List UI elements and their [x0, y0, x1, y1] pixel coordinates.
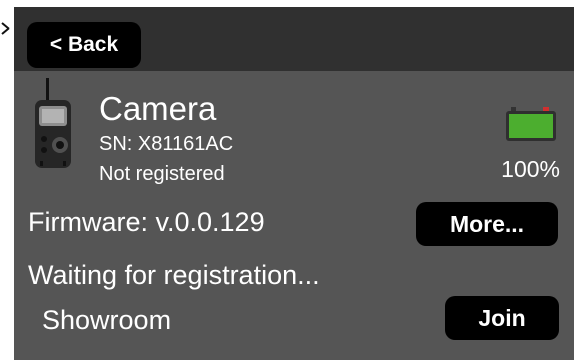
more-button[interactable]: More...	[416, 202, 558, 246]
device-name: Camera	[99, 90, 217, 127]
network-name: Showroom	[42, 305, 172, 335]
battery-icon	[506, 107, 556, 141]
registration-message: Waiting for registration...	[28, 260, 320, 290]
top-bar: < Back	[14, 7, 574, 71]
camera-icon	[35, 78, 71, 168]
device-serial-number: SN: X81161AC	[99, 133, 234, 155]
window-corner-mark	[0, 0, 14, 60]
registration-status: Not registered	[99, 163, 225, 185]
back-button[interactable]: < Back	[27, 22, 141, 68]
battery-percentage: 100%	[501, 156, 560, 182]
join-button[interactable]: Join	[445, 296, 559, 340]
firmware-version: Firmware: v.0.0.129	[28, 207, 265, 237]
device-detail-screen: < Back Camera SN: X81161AC Not registere…	[14, 7, 574, 360]
